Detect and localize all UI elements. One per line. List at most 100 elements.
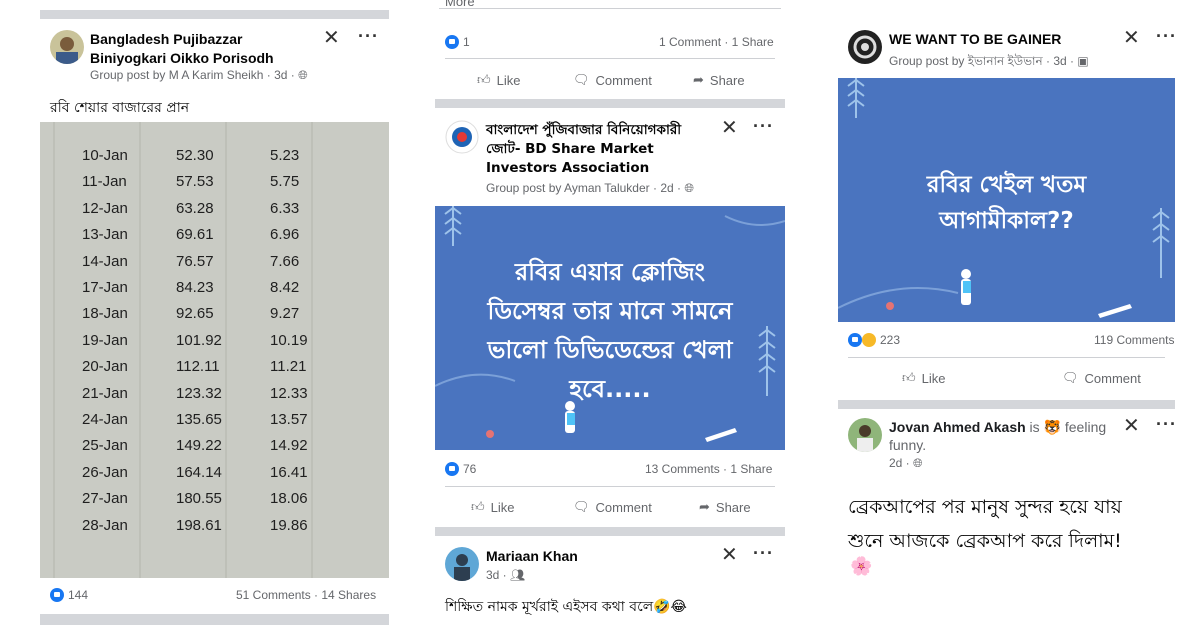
banner-line: রবির খেইল খতম (926, 172, 1087, 198)
close-icon[interactable]: ✕ (1123, 28, 1140, 48)
group-name[interactable]: বাংলাদেশ পুঁজিবাজার বিনিয়োগকারী জোট- BD… (486, 121, 706, 178)
like-button[interactable]: 👍︎ Like (902, 370, 945, 386)
post-text: শিক্ষিত নামক মূর্খরাই এইসব কথা বলে🤣😂 (445, 599, 687, 615)
spreadsheet-row: 26-Jan 164.14 16.41 (40, 459, 389, 485)
comment-icon: 🗨︎ (573, 72, 590, 87)
author-name[interactable]: Mariaan Khan (486, 547, 578, 566)
comment-label: Comment (595, 499, 652, 515)
user-avatar[interactable] (848, 418, 882, 452)
spreadsheet-row: 13-Jan 69.61 6.96 (40, 221, 389, 247)
reaction-summary[interactable]: 1 (445, 35, 470, 49)
close-icon[interactable]: ✕ (721, 118, 738, 138)
cell-price: 76.57 (176, 252, 214, 270)
friends-icon: 👥︎ (510, 568, 526, 582)
like-reaction-icon (445, 462, 459, 476)
feed-separator (435, 99, 785, 108)
banner-line: হবে..... (569, 375, 651, 403)
divider (445, 58, 775, 59)
reaction-count: 76 (463, 462, 477, 476)
like-reaction-icon (445, 35, 459, 49)
group-name[interactable]: WE WANT TO BE GAINER (889, 30, 1061, 49)
flower-emoji: 🌸 (850, 556, 873, 577)
close-icon[interactable]: ✕ (323, 28, 340, 48)
group-avatar[interactable] (848, 30, 882, 64)
cell-date: 24-Jan (82, 411, 128, 428)
spreadsheet-row: 14-Jan 76.57 7.66 (40, 248, 389, 274)
comments-shares-count[interactable]: 51 Comments · 14 Shares (236, 588, 376, 602)
more-options-icon[interactable]: ··· (358, 27, 379, 45)
cell-price: 198.61 (176, 516, 222, 534)
cell-date: 18-Jan (82, 305, 128, 323)
cell-date: 14-Jan (82, 252, 128, 270)
more-options-icon[interactable]: ··· (753, 117, 774, 135)
post-card-1: Bangladesh Pujibazzar Biniyogkari Oikko … (40, 20, 389, 612)
cell-date: 25-Jan (82, 437, 128, 455)
comment-button[interactable]: 🗨︎ Comment (1062, 370, 1141, 386)
cell-price: 101.92 (176, 331, 222, 349)
share-label: Share (709, 72, 745, 88)
more-options-icon[interactable]: ··· (753, 544, 774, 562)
banner-line: ডিসেম্বর তার মানে সামনে (487, 297, 733, 325)
cell-date: 20-Jan (82, 358, 128, 376)
reaction-summary[interactable]: 76 (445, 462, 476, 476)
author-name[interactable]: Jovan Ahmed Akash (889, 419, 1026, 435)
user-avatar[interactable] (445, 547, 479, 581)
post-meta: Group post by Ayman Talukder · 2d · (486, 181, 681, 195)
comment-button[interactable]: 🗨︎ Comment (573, 499, 652, 515)
cell-date: 26-Jan (82, 463, 128, 481)
spreadsheet-row: 27-Jan 180.55 18.06 (40, 485, 389, 511)
like-label: Like (921, 370, 946, 386)
cell-price: 112.11 (176, 358, 220, 376)
cell-change: 11.21 (270, 358, 307, 376)
feed-separator (435, 527, 785, 536)
like-label: Like (490, 499, 515, 515)
post-card-5: Jovan Ahmed Akash is 🐯 feeling funny. 2d… (838, 410, 1175, 600)
reaction-count: 144 (68, 588, 89, 602)
reaction-summary[interactable]: 223 (848, 333, 900, 347)
cell-change: 16.41 (270, 463, 308, 481)
comments-shares-count[interactable]: 1 Comment · 1 Share (659, 35, 774, 49)
cell-change: 6.96 (270, 226, 300, 244)
spreadsheet-row: 28-Jan 198.61 19.86 (40, 512, 389, 538)
divider (445, 486, 775, 487)
comments-shares-count[interactable]: 13 Comments · 1 Share (645, 462, 772, 476)
group-name[interactable]: Bangladesh Pujibazzar Biniyogkari Oikko … (90, 30, 300, 68)
close-icon[interactable]: ✕ (721, 545, 738, 565)
cell-change: 10.19 (270, 331, 308, 349)
like-button[interactable]: 👍︎ Like (477, 72, 520, 88)
spreadsheet-row: 19-Jan 101.92 10.19 (40, 327, 389, 353)
spreadsheet-row: 10-Jan 52.30 5.23 (40, 142, 389, 168)
post-text: রবি শেয়ার বাজারের প্রান (50, 100, 190, 116)
spreadsheet-image: 10-Jan 52.30 5.23 11-Jan 57.53 5.75 12-Jan 63.2… (40, 122, 389, 578)
comments-count[interactable]: 119 Comments (1094, 333, 1174, 347)
reaction-summary[interactable]: 144 (50, 588, 88, 602)
close-icon[interactable]: ✕ (1123, 416, 1140, 436)
cell-price: 92.65 (176, 305, 214, 323)
spreadsheet-row: 24-Jan 135.65 13.57 (40, 406, 389, 432)
share-button[interactable]: ➦ Share (699, 499, 751, 515)
feed-separator (838, 400, 1175, 409)
feed-separator (40, 614, 389, 625)
post-card-3: Mariaan Khan 3d · 👥︎ ✕ ··· শিক্ষিত নামক … (435, 537, 785, 625)
cell-change: 6.33 (270, 199, 300, 217)
post-subtitle: 2d · 🌐︎ (889, 456, 923, 471)
cell-date: 28-Jan (82, 516, 128, 534)
like-button[interactable]: 👍︎ Like (471, 499, 514, 515)
cell-change: 18.06 (270, 490, 308, 508)
globe-icon: 🌐︎ (684, 181, 694, 195)
cell-change: 12.33 (270, 384, 308, 402)
spreadsheet-row: 12-Jan 63.28 6.33 (40, 195, 389, 221)
group-avatar[interactable] (445, 120, 479, 154)
cell-price: 123.32 (176, 384, 222, 402)
more-options-icon[interactable]: ··· (1156, 27, 1175, 45)
spreadsheet-row: 25-Jan 149.22 14.92 (40, 432, 389, 458)
share-icon: ➦ (693, 72, 704, 87)
post-subtitle: Group post by Ayman Talukder · 2d · 🌐︎ (486, 181, 694, 196)
share-button[interactable]: ➦ Share (693, 72, 745, 88)
more-options-icon[interactable]: ··· (1156, 415, 1175, 433)
comment-icon: 🗨︎ (1062, 370, 1079, 385)
comment-button[interactable]: 🗨︎ Comment (573, 72, 652, 88)
post-text-line-1: ব্রেকআপের পর মানুষ সুন্দর হয়ে যায় (848, 496, 1122, 518)
cell-change: 13.57 (270, 411, 308, 428)
group-avatar[interactable] (50, 30, 84, 64)
